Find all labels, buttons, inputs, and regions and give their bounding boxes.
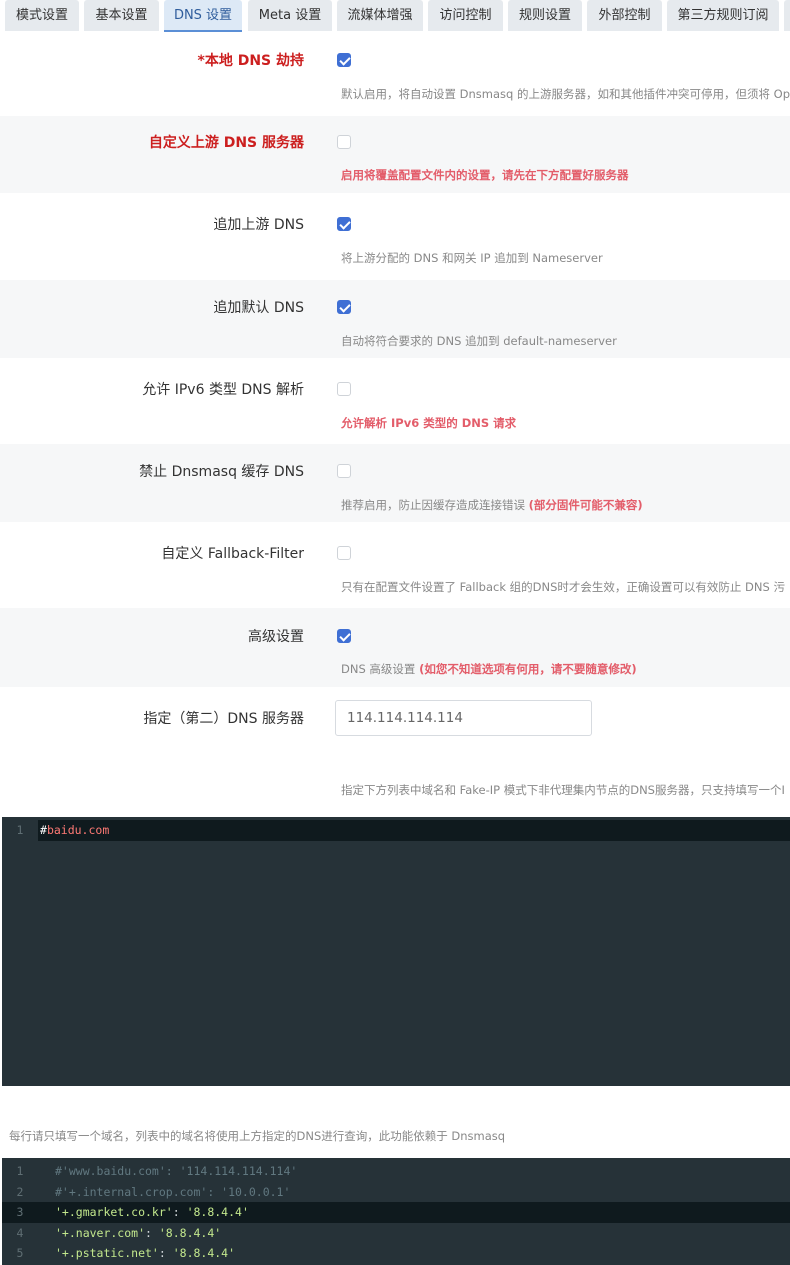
code-text: '+.pstatic.net': '8.8.4.4' xyxy=(55,1246,236,1260)
tab-bar: 模式设置 基本设置 DNS 设置 Meta 设置 流媒体增强 访问控制 规则设置… xyxy=(0,0,790,33)
tab-access-control[interactable]: 访问控制 xyxy=(428,0,503,31)
setting-row-custom-upstream-dns: 自定义上游 DNS 服务器 启用将覆盖配置文件内的设置，请先在下方配置好服务器 xyxy=(0,116,790,193)
setting-description: 启用将覆盖配置文件内的设置，请先在下方配置好服务器 xyxy=(341,168,629,182)
custom-upstream-dns-checkbox[interactable] xyxy=(337,135,351,149)
append-upstream-dns-checkbox[interactable] xyxy=(337,217,351,231)
tab-overflow[interactable] xyxy=(784,0,790,31)
line-number: 5 xyxy=(16,1246,24,1260)
tab-external-control[interactable]: 外部控制 xyxy=(587,0,662,31)
tab-rule-settings[interactable]: 规则设置 xyxy=(508,0,582,31)
setting-description: 将上游分配的 DNS 和网关 IP 追加到 Nameserver xyxy=(341,251,603,265)
disable-dnsmasq-cache-checkbox[interactable] xyxy=(337,464,351,478)
tab-meta-settings[interactable]: Meta 设置 xyxy=(248,0,332,31)
setting-row-secondary-dns: 指定（第二）DNS 服务器 114.114.114.114 指定下方列表中域名和… xyxy=(0,687,790,815)
setting-row-append-default-dns: 追加默认 DNS 自动将符合要求的 DNS 追加到 default-namese… xyxy=(0,280,790,358)
tab-third-party-rules[interactable]: 第三方规则订阅 xyxy=(667,0,779,31)
append-default-dns-checkbox[interactable] xyxy=(337,300,351,314)
setting-label: 自定义 Fallback-Filter xyxy=(161,546,304,562)
code-text: #'+.internal.crop.com': '10.0.0.1' xyxy=(55,1185,291,1199)
advanced-warning: (如您不知道选项有何用，请不要随意修改) xyxy=(419,662,637,676)
compat-warning: (部分固件可能不兼容) xyxy=(528,498,643,512)
ipv6-dns-checkbox[interactable] xyxy=(337,382,351,396)
local-dns-hijack-checkbox[interactable] xyxy=(337,53,351,67)
editor-line: 1 #'www.baidu.com': '114.114.114.114' xyxy=(2,1161,790,1182)
setting-label: 高级设置 xyxy=(248,629,304,645)
tab-dns-settings[interactable]: DNS 设置 xyxy=(164,0,242,32)
setting-label: 自定义上游 DNS 服务器 xyxy=(148,135,304,151)
secondary-dns-input[interactable]: 114.114.114.114 xyxy=(335,700,592,736)
setting-description: 指定下方列表中域名和 Fake-IP 模式下非代理集内节点的DNS服务器，只支持… xyxy=(341,783,785,797)
code-text: '+.naver.com': '8.8.4.4' xyxy=(55,1226,222,1240)
line-number: 1 xyxy=(16,823,24,837)
editor-note: 每行请只填写一个域名，列表中的域名将使用上方指定的DNS进行查询，此功能依赖于 … xyxy=(9,1129,506,1143)
setting-description: 自动将符合要求的 DNS 追加到 default-nameserver xyxy=(341,334,617,348)
tab-streaming[interactable]: 流媒体增强 xyxy=(337,0,423,31)
setting-row-append-upstream-dns: 追加上游 DNS 将上游分配的 DNS 和网关 IP 追加到 Nameserve… xyxy=(0,193,790,280)
setting-description: 只有在配置文件设置了 Fallback 组的DNS时才会生效，正确设置可以有效防… xyxy=(341,580,785,594)
setting-row-fallback-filter: 自定义 Fallback-Filter 只有在配置文件设置了 Fallback … xyxy=(0,522,790,608)
setting-label: 允许 IPv6 类型 DNS 解析 xyxy=(142,382,304,398)
advanced-settings-checkbox[interactable] xyxy=(337,629,351,643)
setting-row-local-dns-hijack: *本地 DNS 劫持 默认启用，将自动设置 Dnsmasq 的上游服务器，如和其… xyxy=(0,33,790,116)
setting-label: 禁止 Dnsmasq 缓存 DNS xyxy=(139,464,304,480)
editor-line: 1 #baidu.com xyxy=(2,820,790,841)
setting-row-ipv6-dns: 允许 IPv6 类型 DNS 解析 允许解析 IPv6 类型的 DNS 请求 xyxy=(0,358,790,444)
setting-label: 追加上游 DNS xyxy=(213,217,304,233)
setting-description: 推荐启用，防止因缓存造成连接错误 (部分固件可能不兼容) xyxy=(341,498,643,512)
code-text: #'www.baidu.com': '114.114.114.114' xyxy=(55,1164,298,1178)
setting-row-advanced: 高级设置 DNS 高级设置 (如您不知道选项有何用，请不要随意修改) xyxy=(0,608,790,687)
editor-line: 2 #'+.internal.crop.com': '10.0.0.1' xyxy=(2,1182,790,1203)
setting-description: DNS 高级设置 (如您不知道选项有何用，请不要随意修改) xyxy=(341,662,637,676)
editor-line: 4 '+.naver.com': '8.8.4.4' xyxy=(2,1223,790,1244)
setting-row-disable-dnsmasq-cache: 禁止 Dnsmasq 缓存 DNS 推荐启用，防止因缓存造成连接错误 (部分固件… xyxy=(0,444,790,522)
fallback-filter-checkbox[interactable] xyxy=(337,546,351,560)
line-number: 1 xyxy=(16,1164,24,1178)
dns-policy-editor[interactable]: 1 #'www.baidu.com': '114.114.114.114' 2 … xyxy=(2,1158,790,1265)
tab-basic-settings[interactable]: 基本设置 xyxy=(84,0,159,31)
line-number: 4 xyxy=(16,1226,24,1240)
line-number: 2 xyxy=(16,1185,24,1199)
setting-description: 允许解析 IPv6 类型的 DNS 请求 xyxy=(341,416,517,430)
setting-description: 默认启用，将自动设置 Dnsmasq 的上游服务器，如和其他插件冲突可停用，但须… xyxy=(341,87,790,101)
domain-list-editor[interactable]: 1 #baidu.com xyxy=(2,817,790,1086)
editor-line: 5 '+.pstatic.net': '8.8.4.4' xyxy=(2,1243,790,1264)
setting-label: 指定（第二）DNS 服务器 xyxy=(143,711,304,727)
setting-label: 追加默认 DNS xyxy=(213,300,304,316)
setting-label: *本地 DNS 劫持 xyxy=(197,53,305,69)
line-number: 3 xyxy=(16,1205,24,1219)
editor-line-active: 3 '+.gmarket.co.kr': '8.8.4.4' xyxy=(2,1202,790,1223)
code-text: #baidu.com xyxy=(38,820,790,841)
tab-mode-settings[interactable]: 模式设置 xyxy=(5,0,79,31)
code-text: '+.gmarket.co.kr': '8.8.4.4' xyxy=(55,1205,249,1219)
